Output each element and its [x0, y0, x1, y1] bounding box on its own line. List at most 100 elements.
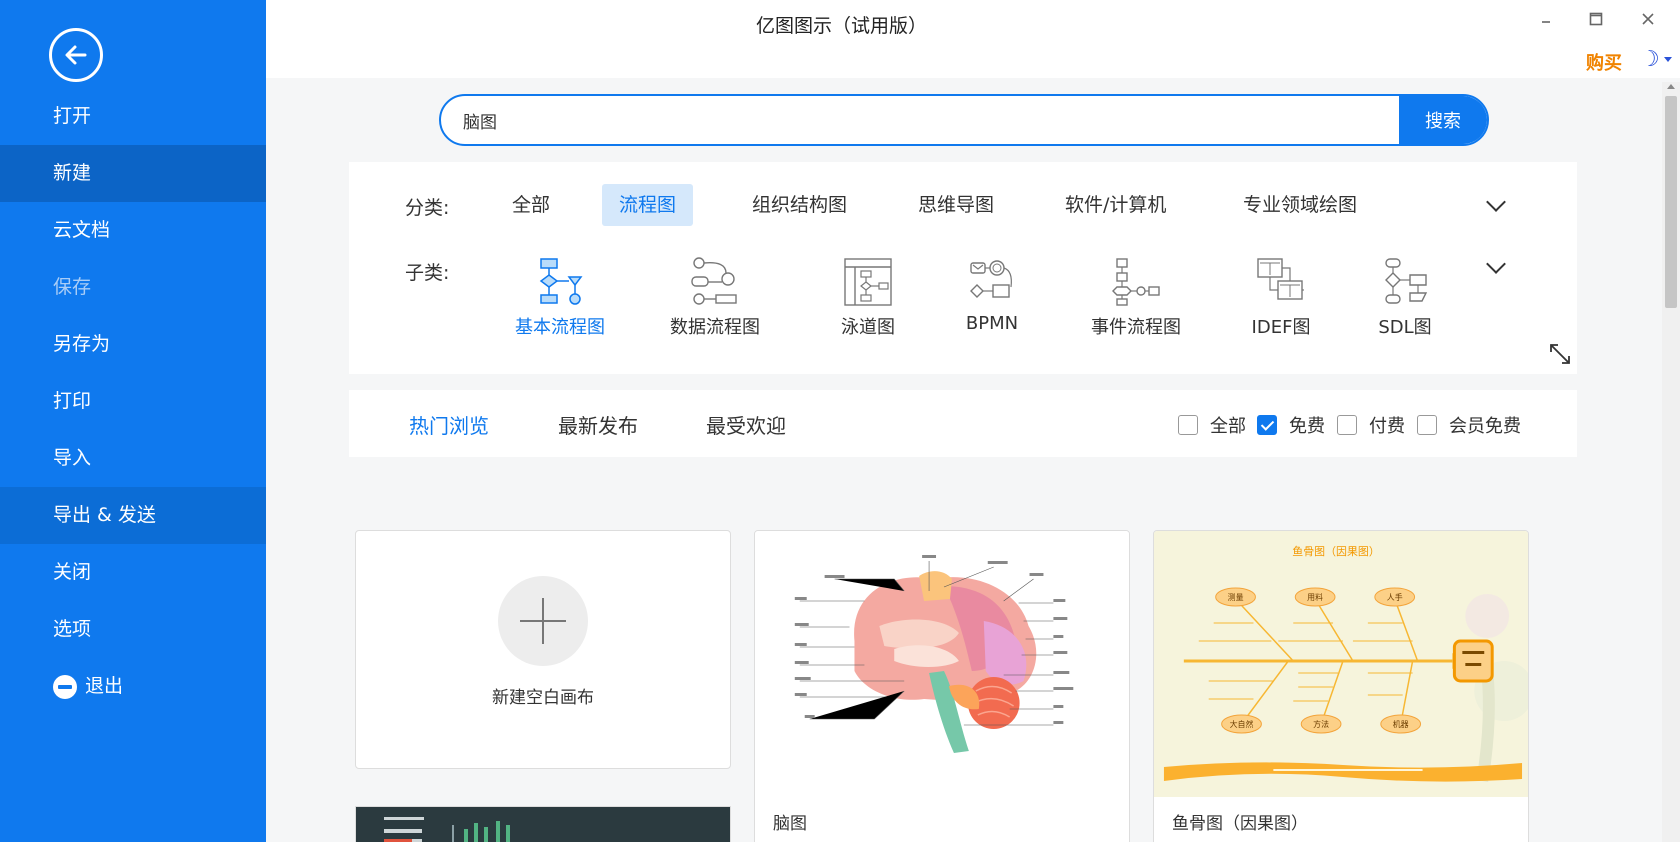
category-panel: 分类: 全部 流程图 组织结构图 思维导图 软件/计算机 专业领域绘图 子类: … [349, 162, 1577, 374]
basic-flowchart-icon [539, 258, 583, 305]
minimize-icon [1542, 21, 1550, 23]
back-button[interactable] [49, 28, 103, 82]
menu-item-print[interactable]: 打印 [0, 373, 266, 430]
menu-item-save[interactable]: 保存 [0, 259, 266, 316]
menu-item-label: 打印 [53, 390, 92, 412]
category-expand-chevron-icon[interactable] [1486, 192, 1506, 212]
fishbone-cause-label: 大自然 [1230, 719, 1254, 729]
fishbone-cause-label: 用料 [1307, 592, 1323, 602]
fishbone-cause-label: 人手 [1387, 592, 1403, 602]
category-software-computer[interactable]: 软件/计算机 [1048, 184, 1183, 226]
scroll-up-arrow-icon[interactable] [1667, 84, 1675, 89]
sidebar-menu: 打开 新建 云文档 保存 另存为 打印 导入 导出 & 发送 关闭 选项 退出 [0, 88, 266, 715]
checkbox-label: 免费 [1289, 416, 1325, 437]
checkbox-member-free[interactable]: 会员免费 [1417, 412, 1521, 438]
template-card-fishbone[interactable]: 鱼骨图（因果图） 测量 用料 人手 大自然 方法 机器 鱼骨图（因果图） [1153, 530, 1529, 842]
filter-bar: 热门浏览 最新发布 最受欢迎 全部 免费 付费 会员免费 [349, 390, 1577, 457]
search-bar: 搜索 [439, 94, 1489, 146]
checkbox-box[interactable] [1178, 415, 1198, 435]
buy-link[interactable]: 购买 [1586, 49, 1622, 75]
menu-item-label: 关闭 [53, 561, 92, 583]
scroll-thumb[interactable] [1665, 96, 1677, 308]
menu-item-label: 退出 [85, 675, 124, 697]
checkbox-paid[interactable]: 付费 [1337, 412, 1405, 438]
subcategory-label-text: 基本流程图 [515, 317, 605, 338]
checkbox-all[interactable]: 全部 [1178, 412, 1246, 438]
sidebar: 打开 新建 云文档 保存 另存为 打印 导入 导出 & 发送 关闭 选项 退出 [0, 0, 266, 842]
category-all[interactable]: 全部 [495, 184, 567, 226]
menu-item-import[interactable]: 导入 [0, 430, 266, 487]
title-bar: 亿图图示（试用版） 购买 ☽ [266, 0, 1680, 78]
category-flowchart[interactable]: 流程图 [602, 184, 694, 226]
swimlane-icon [844, 258, 892, 306]
checkbox-box[interactable] [1257, 415, 1277, 435]
fishbone-cause-label: 方法 [1313, 719, 1329, 729]
event-flowchart-icon [1112, 258, 1160, 306]
subcategory-event-flowchart[interactable]: 事件流程图 [1066, 257, 1206, 339]
menu-item-open[interactable]: 打开 [0, 88, 266, 145]
search-button[interactable]: 搜索 [1399, 96, 1487, 144]
subcategory-data-flowchart[interactable]: 数据流程图 [645, 257, 785, 339]
maximize-icon [1589, 12, 1603, 26]
menu-item-label: 导入 [53, 447, 92, 469]
subcategory-sdl[interactable]: SDL图 [1335, 257, 1475, 339]
tab-hot-browse[interactable]: 热门浏览 [409, 410, 489, 439]
checkbox-label: 会员免费 [1449, 416, 1521, 437]
plus-icon [498, 576, 588, 666]
subcategory-bpmn[interactable]: BPMN [922, 257, 1062, 334]
close-window-button[interactable] [1630, 6, 1666, 32]
new-blank-canvas-card[interactable]: 新建空白画布 [355, 530, 731, 769]
subcategory-expand-chevron-icon[interactable] [1486, 254, 1506, 274]
subcategory-label-text: 泳道图 [841, 317, 895, 338]
search-input[interactable] [463, 96, 1363, 144]
fishbone-cause-label: 机器 [1393, 719, 1409, 729]
fullscreen-expand-icon[interactable] [1548, 342, 1572, 370]
subcategory-label-text: 事件流程图 [1091, 317, 1181, 338]
menu-item-exit[interactable]: 退出 [0, 658, 266, 715]
subcategory-label-text: 数据流程图 [670, 317, 760, 338]
sdl-icon [1385, 258, 1428, 304]
bpmn-icon [970, 260, 1012, 298]
menu-item-cloud-docs[interactable]: 云文档 [0, 202, 266, 259]
category-professional[interactable]: 专业领域绘图 [1226, 184, 1374, 226]
new-blank-canvas-label: 新建空白画布 [492, 688, 594, 708]
exit-icon [53, 674, 77, 699]
template-card-dark-partial[interactable] [355, 806, 731, 842]
category-org-chart[interactable]: 组织结构图 [735, 184, 864, 226]
theme-moon-icon[interactable]: ☽ [1640, 47, 1660, 72]
menu-item-label: 打开 [53, 105, 92, 127]
theme-dropdown-caret-icon[interactable] [1664, 57, 1672, 62]
menu-item-save-as[interactable]: 另存为 [0, 316, 266, 373]
template-card-brain[interactable]: 脑图 [754, 530, 1130, 842]
tab-latest[interactable]: 最新发布 [558, 410, 638, 439]
checkbox-box[interactable] [1417, 415, 1437, 435]
subcategory-swimlane[interactable]: 泳道图 [798, 257, 938, 339]
subcategory-idef[interactable]: IDEF图 [1211, 257, 1351, 339]
menu-item-export-send[interactable]: 导出 & 发送 [0, 487, 266, 544]
brain-thumbnail-image [755, 531, 1129, 797]
minimize-button[interactable] [1528, 6, 1564, 32]
tab-most-popular[interactable]: 最受欢迎 [706, 410, 786, 439]
vertical-scrollbar[interactable] [1662, 82, 1680, 842]
checkbox-free[interactable]: 免费 [1257, 412, 1325, 438]
menu-item-close[interactable]: 关闭 [0, 544, 266, 601]
checkbox-label: 全部 [1210, 416, 1246, 437]
maximize-button[interactable] [1578, 6, 1614, 32]
subcategory-label-text: BPMN [965, 313, 1019, 334]
template-title: 鱼骨图（因果图） [1172, 814, 1308, 834]
close-icon [1642, 13, 1654, 25]
checkbox-box[interactable] [1337, 415, 1357, 435]
fishbone-thumbnail-image: 鱼骨图（因果图） 测量 用料 人手 大自然 方法 机器 [1154, 531, 1528, 797]
subcategory-label: 子类: [405, 262, 450, 284]
category-mind-map[interactable]: 思维导图 [901, 184, 1011, 226]
idef-icon [1257, 258, 1304, 300]
subcategory-basic-flowchart[interactable]: 基本流程图 [490, 257, 630, 339]
menu-item-label: 另存为 [53, 333, 111, 355]
menu-item-label: 选项 [53, 618, 92, 640]
menu-item-options[interactable]: 选项 [0, 601, 266, 658]
arrow-left-icon [65, 45, 87, 65]
menu-item-label: 新建 [53, 162, 92, 184]
window-title: 亿图图示（试用版） [756, 15, 928, 37]
dark-template-thumbnail-image [384, 817, 510, 842]
menu-item-new[interactable]: 新建 [0, 145, 266, 202]
